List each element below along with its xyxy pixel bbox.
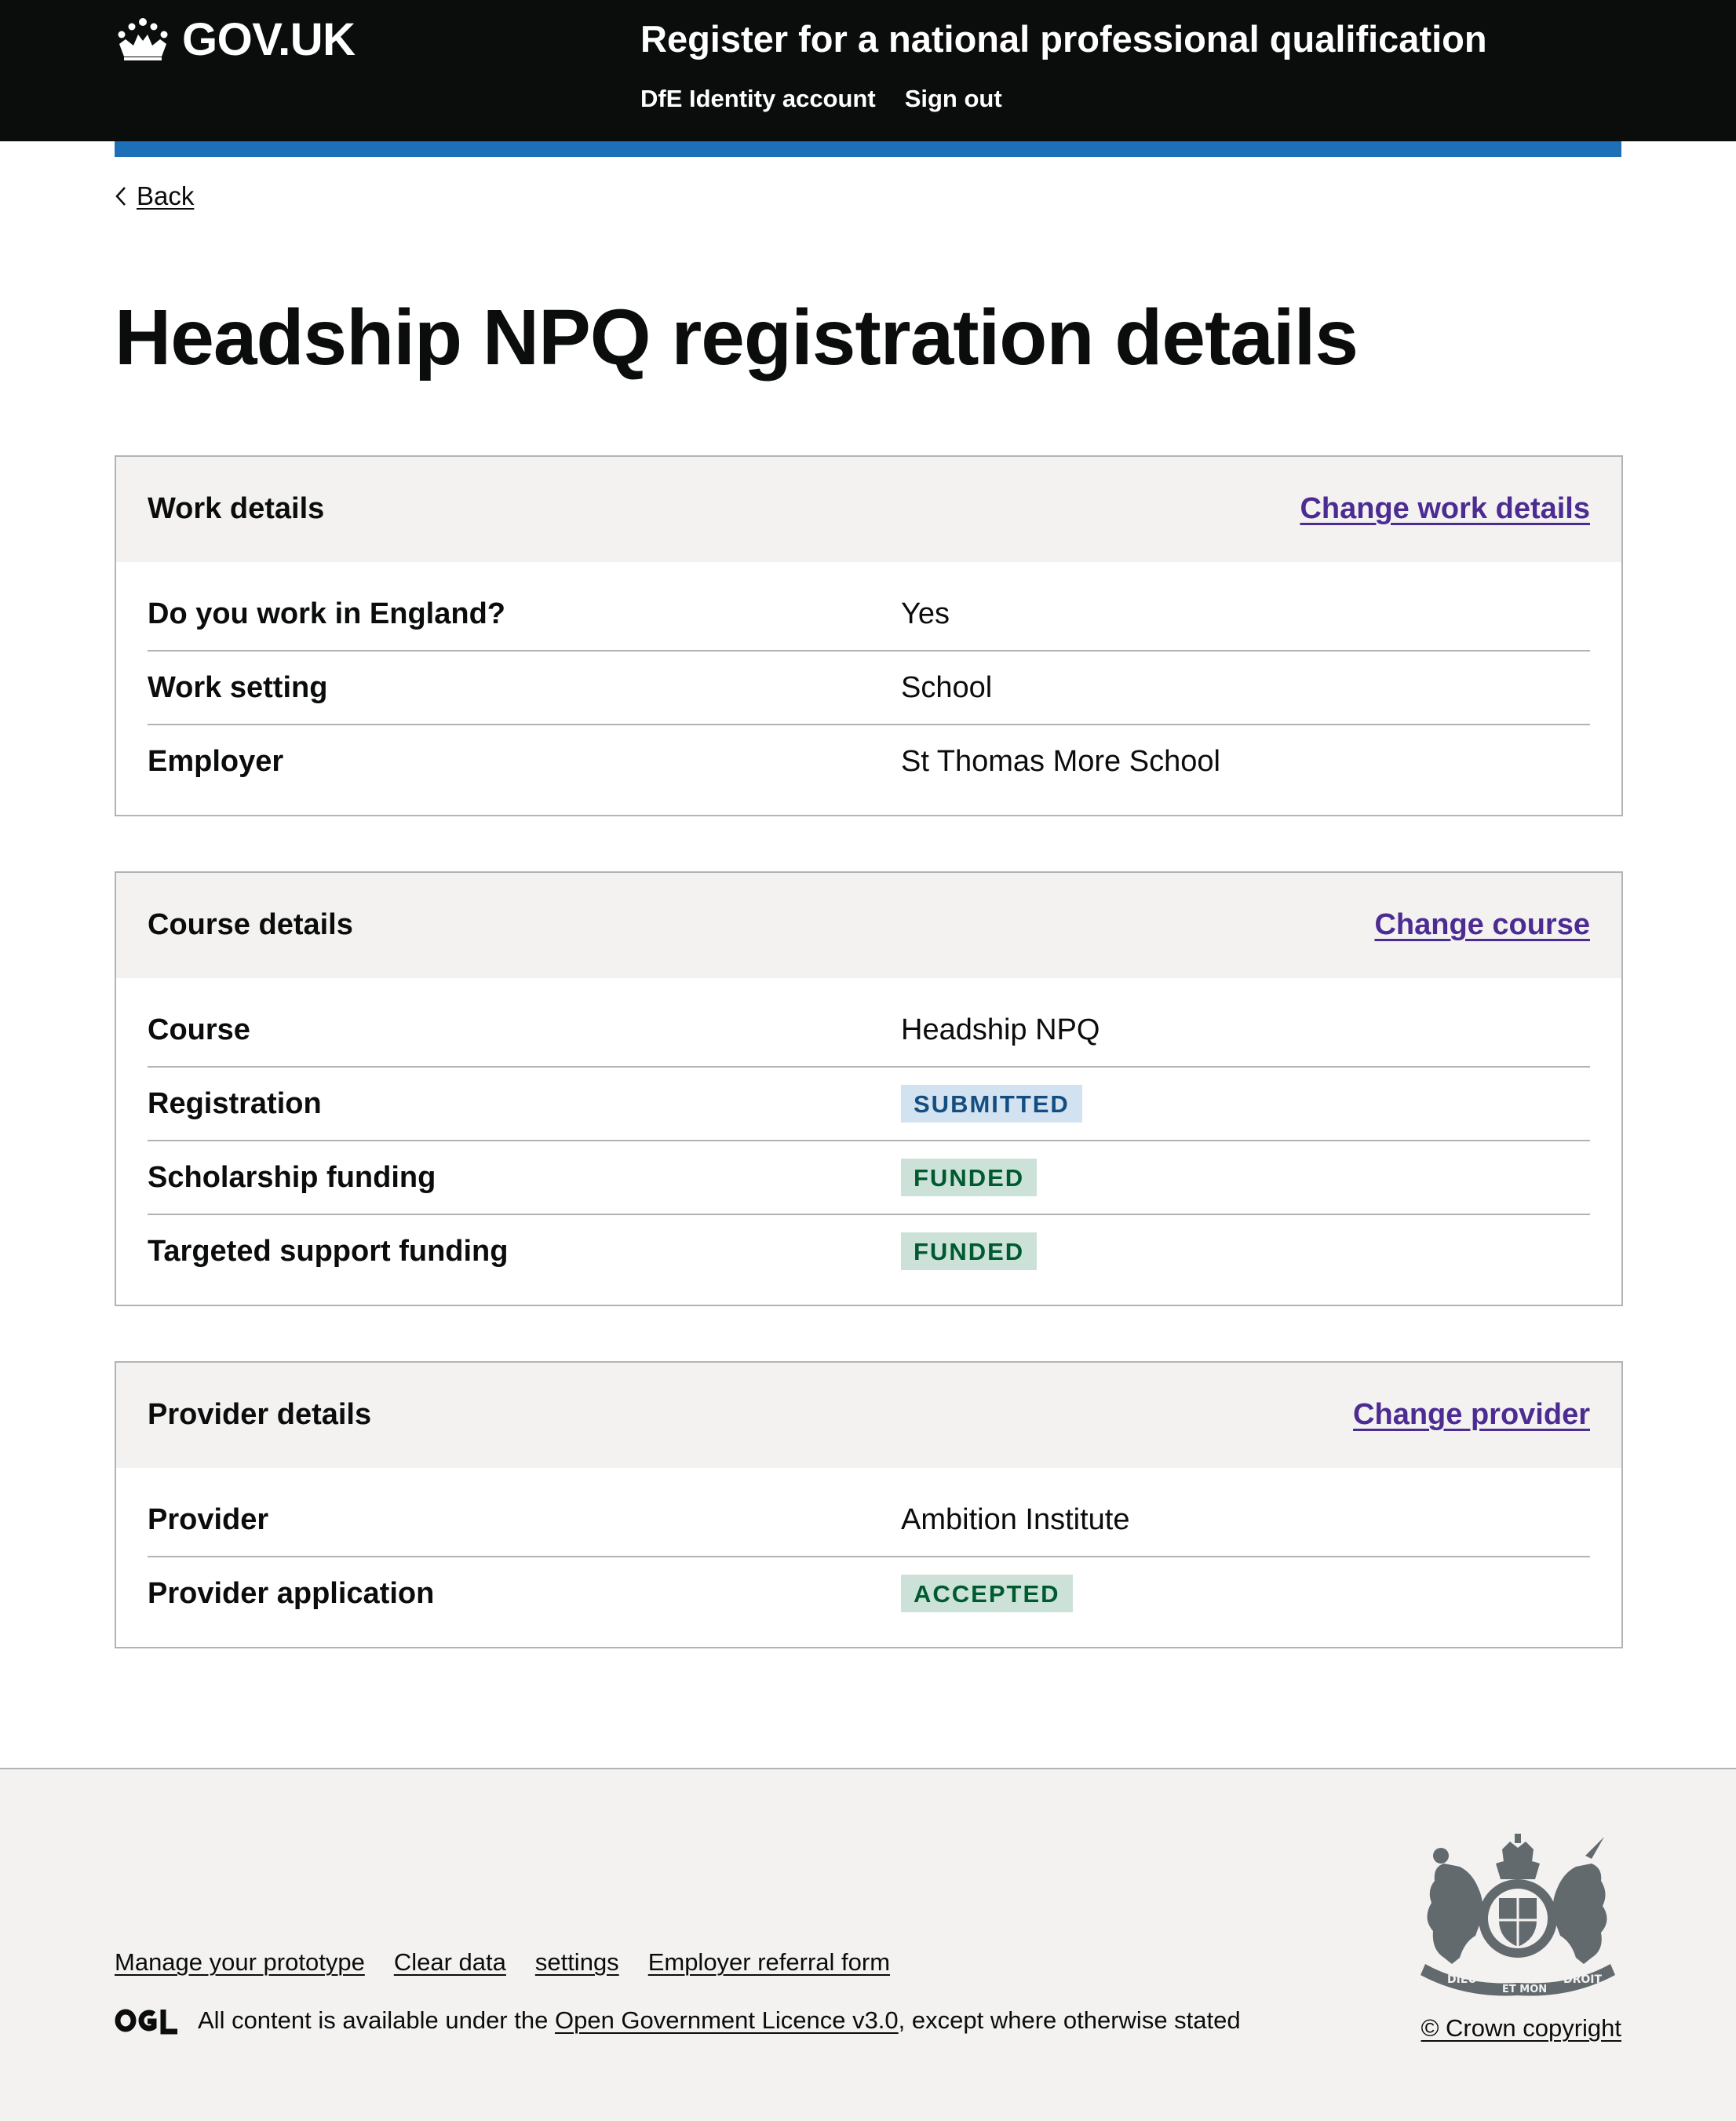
crest-motto-right: DROIT	[1563, 1973, 1603, 1986]
row-value: School	[901, 671, 993, 704]
royal-coat-of-arms-icon: DIEU ET MON DROIT	[1421, 1834, 1615, 1996]
course-details-card: Course details Change course Course Head…	[115, 871, 1623, 1306]
summary-row: Employer St Thomas More School	[148, 725, 1590, 798]
licence-suffix: , except where otherwise stated	[898, 2006, 1241, 2034]
provider-details-card: Provider details Change provider Provide…	[115, 1361, 1623, 1648]
crown-copyright-link[interactable]: © Crown copyright	[1421, 2014, 1621, 2043]
summary-list: Provider Ambition Institute Provider app…	[116, 1468, 1621, 1647]
licence-statement: All content is available under the Open …	[115, 2006, 1241, 2035]
summary-row: Targeted support funding FUNDED	[148, 1215, 1590, 1287]
summary-row: Work setting School	[148, 652, 1590, 725]
summary-row: Provider Ambition Institute	[148, 1484, 1590, 1557]
row-key: Provider	[148, 1503, 269, 1536]
footer-links: Manage your prototype Clear data setting…	[115, 1948, 890, 1977]
summary-list: Do you work in England? Yes Work setting…	[116, 562, 1621, 815]
footer-link-manage-prototype[interactable]: Manage your prototype	[115, 1948, 365, 1977]
header-nav: DfE Identity account Sign out	[640, 85, 1002, 113]
back-link-label: Back	[137, 181, 195, 210]
header-blue-bar	[115, 141, 1621, 157]
logo-text: GOV.UK	[182, 13, 356, 65]
work-details-card: Work details Change work details Do you …	[115, 455, 1623, 816]
status-badge-funded: FUNDED	[901, 1232, 1038, 1270]
crown-icon	[118, 18, 168, 60]
row-key: Registration	[148, 1087, 322, 1120]
summary-list: Course Headship NPQ Registration SUBMITT…	[116, 978, 1621, 1305]
row-value: Headship NPQ	[901, 1013, 1100, 1046]
site-header: GOV.UK Register for a national professio…	[0, 0, 1736, 141]
service-name-link[interactable]: Register for a national professional qua…	[640, 14, 1487, 64]
site-footer: Manage your prototype Clear data setting…	[0, 1768, 1736, 2121]
card-header: Work details Change work details	[116, 457, 1621, 562]
card-title: Course details	[148, 908, 353, 941]
row-key: Work setting	[148, 671, 328, 704]
row-value: St Thomas More School	[901, 745, 1220, 778]
govuk-logo-link[interactable]: GOV.UK	[115, 13, 356, 65]
summary-row: Registration SUBMITTED	[148, 1068, 1590, 1141]
summary-row: Do you work in England? Yes	[148, 578, 1590, 652]
footer-link-settings[interactable]: settings	[535, 1948, 619, 1977]
footer-link-employer-referral[interactable]: Employer referral form	[648, 1948, 890, 1977]
row-key: Scholarship funding	[148, 1161, 436, 1194]
row-key: Provider application	[148, 1577, 435, 1610]
row-key: Course	[148, 1013, 250, 1046]
footer-link-clear-data[interactable]: Clear data	[394, 1948, 506, 1977]
card-header: Provider details Change provider	[116, 1363, 1621, 1468]
row-key: Do you work in England?	[148, 597, 505, 630]
back-link[interactable]: Back	[115, 179, 194, 214]
card-title: Work details	[148, 492, 325, 525]
licence-link[interactable]: Open Government Licence v3.0	[555, 2006, 899, 2035]
row-key: Targeted support funding	[148, 1235, 509, 1268]
row-value: Ambition Institute	[901, 1503, 1130, 1536]
row-value: Yes	[901, 597, 950, 630]
summary-row: Scholarship funding FUNDED	[148, 1141, 1590, 1215]
crest-motto-left: DIEU	[1447, 1973, 1477, 1986]
row-key: Employer	[148, 745, 284, 778]
ogl-logo-icon	[115, 2009, 177, 2035]
status-badge-funded: FUNDED	[901, 1159, 1038, 1196]
change-work-details-link[interactable]: Change work details	[1300, 457, 1590, 560]
chevron-left-icon	[115, 187, 126, 206]
nav-identity-account[interactable]: DfE Identity account	[640, 85, 876, 113]
change-provider-link[interactable]: Change provider	[1353, 1363, 1590, 1466]
crest-motto-mid: ET MON	[1502, 1984, 1547, 1995]
page-title: Headship NPQ registration details	[115, 294, 1359, 381]
change-course-link[interactable]: Change course	[1374, 873, 1590, 977]
licence-prefix: All content is available under the	[198, 2006, 549, 2034]
summary-row: Course Headship NPQ	[148, 994, 1590, 1068]
status-badge-submitted: SUBMITTED	[901, 1085, 1082, 1123]
card-header: Course details Change course	[116, 873, 1621, 978]
nav-sign-out[interactable]: Sign out	[905, 85, 1002, 113]
summary-row: Provider application ACCEPTED	[148, 1557, 1590, 1630]
status-badge-accepted: ACCEPTED	[901, 1575, 1073, 1612]
card-title: Provider details	[148, 1398, 372, 1431]
